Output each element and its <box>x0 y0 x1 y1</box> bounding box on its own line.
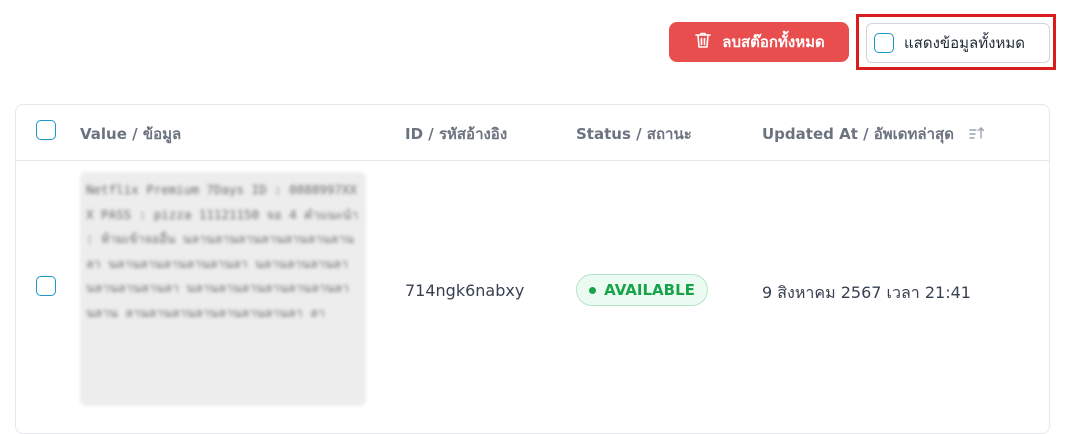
status-dot-icon <box>589 286 597 294</box>
row-checkbox[interactable] <box>36 276 56 296</box>
toolbar: ลบสต๊อกทั้งหมด แสดงข้อมูลทั้งหมด <box>0 0 1072 90</box>
show-all-label: แสดงข้อมูลทั้งหมด <box>904 34 1025 52</box>
stock-table: Value / ข้อมูล ID / รหัสอ้างอิง Status /… <box>15 104 1050 434</box>
column-header-updated-at[interactable]: Updated At / อัพเดทล่าสุด <box>762 122 985 146</box>
show-all-toggle[interactable]: แสดงข้อมูลทั้งหมด <box>866 23 1050 63</box>
sort-icon[interactable] <box>969 126 985 144</box>
delete-all-stock-label: ลบสต๊อกทั้งหมด <box>722 33 825 51</box>
table-row[interactable]: Netflix Premium 7Days ID : 0888997XXX PA… <box>16 162 1049 422</box>
trash-icon <box>693 30 713 54</box>
column-header-updated-at-label: Updated At / อัพเดทล่าสุด <box>762 125 954 143</box>
column-header-id[interactable]: ID / รหัสอ้างอิง <box>405 122 507 146</box>
show-all-checkbox[interactable] <box>874 33 894 53</box>
value-cell-blurred: Netflix Premium 7Days ID : 0888997XXX PA… <box>80 172 366 406</box>
column-header-status[interactable]: Status / สถานะ <box>576 122 692 146</box>
column-header-value[interactable]: Value / ข้อมูล <box>80 122 181 146</box>
updated-at-cell: 9 สิงหาคม 2567 เวลา 21:41 <box>762 283 971 302</box>
status-label: AVAILABLE <box>604 281 695 299</box>
status-badge: AVAILABLE <box>576 274 708 306</box>
delete-all-stock-button[interactable]: ลบสต๊อกทั้งหมด <box>669 22 849 62</box>
id-cell: 714ngk6nabxy <box>405 281 525 300</box>
select-all-checkbox[interactable] <box>36 120 56 140</box>
table-header: Value / ข้อมูล ID / รหัสอ้างอิง Status /… <box>16 105 1049 161</box>
